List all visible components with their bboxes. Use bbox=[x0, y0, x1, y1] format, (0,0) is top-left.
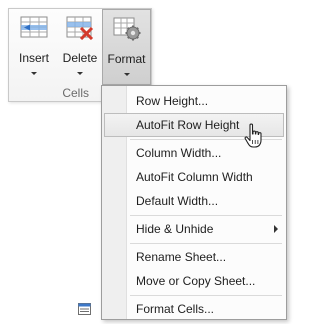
delete-button-label: Delete bbox=[62, 51, 98, 65]
menu-item-autofit-column-width[interactable]: AutoFit Column Width bbox=[104, 165, 284, 189]
menu-item-default-width[interactable]: Default Width... bbox=[104, 189, 284, 213]
insert-button[interactable]: Insert bbox=[12, 9, 56, 85]
delete-button[interactable]: Delete bbox=[58, 9, 102, 85]
format-button-label: Format bbox=[107, 52, 146, 66]
menu-separator bbox=[130, 243, 282, 244]
format-dropdown-menu: Row Height... AutoFit Row Height Column … bbox=[78, 85, 287, 321]
menu-item-row-height[interactable]: Row Height... bbox=[104, 89, 284, 113]
insert-button-label: Insert bbox=[18, 51, 49, 65]
chevron-down-icon bbox=[77, 72, 83, 75]
menu-item-format-cells[interactable]: Format Cells... bbox=[78, 297, 284, 321]
chevron-down-icon bbox=[123, 73, 130, 76]
insert-rows-icon bbox=[20, 16, 48, 38]
delete-rows-icon bbox=[66, 16, 94, 40]
menu-item-hide-unhide[interactable]: Hide & Unhide bbox=[104, 217, 284, 241]
format-cells-icon bbox=[78, 303, 91, 315]
menu-item-move-copy-sheet[interactable]: Move or Copy Sheet... bbox=[104, 269, 284, 293]
menu-item-rename-sheet[interactable]: Rename Sheet... bbox=[104, 245, 284, 269]
menu-item-hide-unhide-label: Hide & Unhide bbox=[136, 222, 214, 236]
chevron-down-icon bbox=[31, 72, 37, 75]
menu-separator bbox=[130, 295, 282, 296]
menu-separator bbox=[130, 215, 282, 216]
menu-item-format-cells-label: Format Cells... bbox=[136, 302, 215, 316]
hand-pointer-icon bbox=[244, 123, 262, 148]
chevron-right-icon bbox=[274, 225, 278, 233]
format-gear-icon bbox=[113, 17, 140, 41]
format-button[interactable]: Format bbox=[102, 9, 151, 85]
